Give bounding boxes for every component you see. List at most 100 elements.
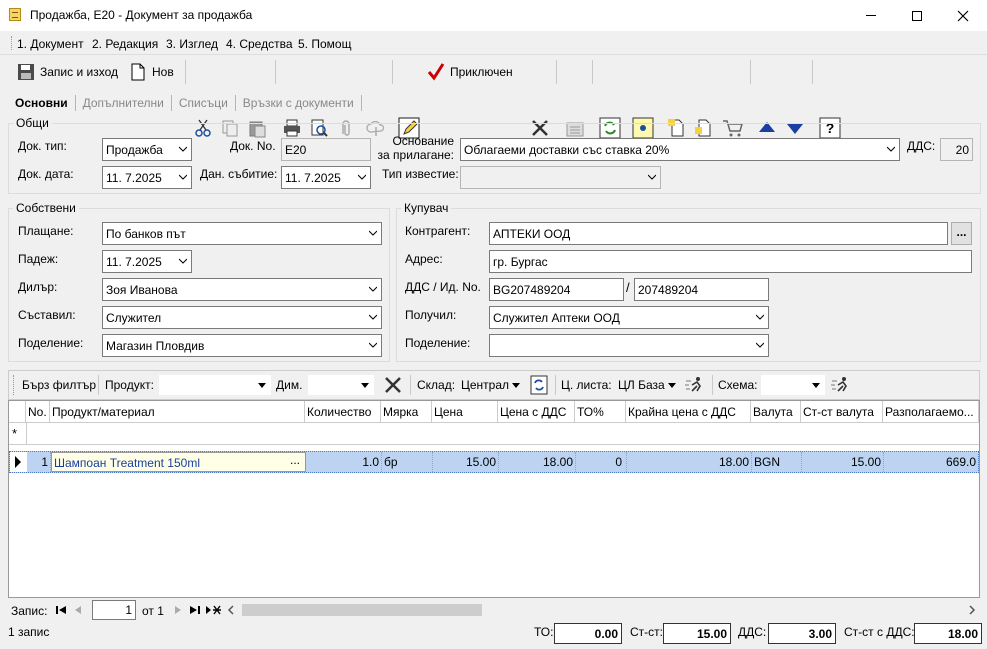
col-currency[interactable]: Валута [751, 401, 801, 423]
own-dept-select[interactable]: Магазин Пловдив [102, 334, 382, 357]
scroll-left-icon[interactable] [227, 604, 235, 615]
quick-filter-button[interactable]: Бърз филтър [22, 378, 96, 392]
cell-price[interactable]: 15.00 [433, 452, 499, 472]
first-record-icon[interactable] [54, 603, 68, 617]
store-select[interactable]: Централ [461, 378, 521, 392]
cell-unit[interactable]: бр [382, 452, 433, 472]
partner-field[interactable]: АПТЕКИ ООД [489, 222, 948, 245]
tab-main[interactable]: Основни [8, 95, 76, 111]
value-total-value: 15.00 [663, 623, 731, 644]
doc-date-picker[interactable]: 11. 7.2025 [102, 166, 192, 189]
tax-date-picker[interactable]: 11. 7.2025 [281, 166, 371, 189]
col-no[interactable]: No. [26, 401, 50, 423]
cell-quantity[interactable]: 1.0 [306, 452, 382, 472]
buyer-dept-label: Поделение: [405, 336, 471, 350]
record-number-field[interactable]: 1 [92, 600, 136, 620]
refresh-store-icon[interactable] [530, 375, 548, 395]
completed-button[interactable]: Приключен [426, 59, 513, 85]
vat-rate-field[interactable]: 20 [940, 138, 973, 161]
col-value-currency[interactable]: Ст-ст валута [801, 401, 883, 423]
receiver-select[interactable]: Служител Аптеки ООД [489, 306, 769, 329]
discount-total-label: ТО: [534, 625, 554, 639]
menu-edit[interactable]: 2. Редакция [92, 37, 158, 51]
pricelist-select[interactable]: ЦЛ База [618, 378, 677, 392]
cell-currency[interactable]: BGN [752, 452, 802, 472]
scrollbar-thumb[interactable] [242, 604, 482, 616]
col-available[interactable]: Разполагаемо... [883, 401, 979, 423]
payment-select[interactable]: По банков път [102, 222, 382, 245]
pricelist-run-icon[interactable] [684, 375, 706, 395]
grid-new-row[interactable]: * [9, 423, 979, 445]
buyer-title: Купувач [401, 201, 452, 215]
tab-links[interactable]: Връзки с документи [236, 95, 362, 111]
partner-browse-button[interactable]: ... [951, 222, 972, 245]
scheme-run-icon[interactable] [830, 375, 852, 395]
col-product[interactable]: Продукт/материал [50, 401, 305, 423]
payment-value: По банков път [106, 227, 186, 241]
pricelist-label: Ц. листа: [561, 378, 612, 392]
minimize-button[interactable] [848, 0, 894, 31]
save-exit-label: Запис и изход [40, 65, 118, 79]
col-price-vat[interactable]: Цена с ДДС [498, 401, 575, 423]
col-quantity[interactable]: Количество [305, 401, 381, 423]
cell-no[interactable]: 1 [27, 452, 51, 472]
col-discount[interactable]: ТО% [575, 401, 626, 423]
table-row[interactable]: 1 Шампоан Treatment 150ml... 1.0 бр 15.0… [9, 451, 979, 473]
prev-record-icon[interactable] [71, 603, 85, 617]
cell-final-price[interactable]: 18.00 [627, 452, 752, 472]
value-total-label: Ст-ст: [630, 625, 663, 639]
menu-document[interactable]: 1. Документ [17, 37, 84, 51]
basis-select[interactable]: Облагаеми доставки със ставка 20% [460, 138, 900, 161]
cell-value-currency[interactable]: 15.00 [802, 452, 884, 472]
clear-filter-icon[interactable] [383, 375, 403, 395]
chevron-down-icon [887, 146, 895, 152]
toolbar-separator [750, 60, 751, 84]
col-final-price[interactable]: Крайна цена с ДДС [626, 401, 751, 423]
product-browse-button[interactable]: ... [287, 454, 303, 471]
doc-no-field[interactable]: E20 [281, 138, 371, 161]
scroll-right-icon[interactable] [968, 604, 976, 615]
menu-view[interactable]: 3. Изглед [166, 37, 218, 51]
address-field[interactable]: гр. Бургас [489, 250, 972, 273]
cell-available[interactable]: 669.0 [884, 452, 978, 472]
row-selector[interactable] [10, 452, 27, 472]
menu-tools[interactable]: 4. Средства [226, 37, 293, 51]
dealer-select[interactable]: Зоя Иванова [102, 278, 382, 301]
menu-help[interactable]: 5. Помощ [298, 37, 351, 51]
col-price[interactable]: Цена [432, 401, 498, 423]
basis-value: Облагаеми доставки със ставка 20% [464, 143, 670, 157]
due-date-picker[interactable]: 11. 7.2025 [102, 250, 192, 273]
scheme-select[interactable] [761, 375, 825, 395]
cell-product[interactable]: Шампоан Treatment 150ml... [51, 452, 306, 472]
product-filter-select[interactable] [159, 375, 271, 395]
cell-discount[interactable]: 0 [576, 452, 627, 472]
own-title: Собствени [13, 201, 79, 215]
dim-filter-select[interactable] [308, 375, 374, 395]
cell-price-vat[interactable]: 18.00 [499, 452, 576, 472]
pricelist-value: ЦЛ База [618, 378, 665, 392]
tab-additional[interactable]: Допълнителни [76, 95, 172, 111]
close-icon [957, 10, 969, 21]
notice-type-select[interactable] [460, 166, 661, 189]
doc-type-label: Док. тип: [18, 139, 67, 153]
doc-type-select[interactable]: Продажба [102, 138, 192, 161]
save-exit-button[interactable]: Запис и изход [16, 59, 118, 85]
id-number-field[interactable]: 207489204 [634, 278, 769, 301]
col-unit[interactable]: Мярка [381, 401, 432, 423]
maximize-button[interactable] [894, 0, 940, 31]
vat-number-field[interactable]: BG207489204 [489, 278, 624, 301]
new-record-icon[interactable] [205, 603, 221, 617]
last-record-icon[interactable] [188, 603, 202, 617]
buyer-dept-select[interactable] [489, 334, 769, 357]
chevron-down-icon [258, 383, 266, 388]
dealer-value: Зоя Иванова [106, 283, 178, 297]
new-document-icon [131, 63, 145, 81]
close-button[interactable] [940, 0, 986, 31]
next-record-icon[interactable] [171, 603, 185, 617]
doc-no-label: Док. No. [230, 139, 276, 153]
toolbar-separator [556, 60, 557, 84]
horizontal-scrollbar[interactable] [224, 602, 968, 618]
new-button[interactable]: Нов [128, 59, 174, 85]
tab-lists[interactable]: Списъци [172, 95, 236, 111]
author-select[interactable]: Служител [102, 306, 382, 329]
